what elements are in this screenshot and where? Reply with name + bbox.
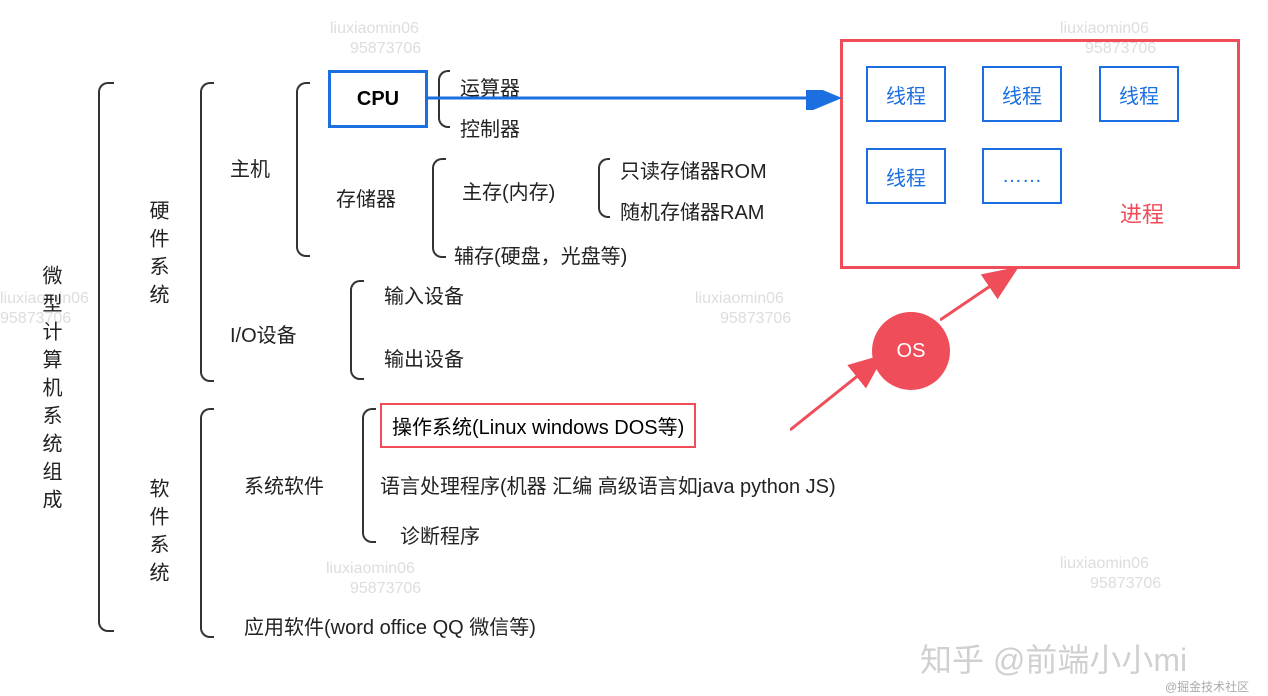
root-brace: [98, 82, 114, 632]
watermark-user: liuxiaomin06: [1060, 20, 1149, 38]
watermark-num: 95873706: [720, 310, 791, 328]
os-arrow-2: [940, 262, 1030, 332]
io-brace: [350, 280, 364, 380]
cpu-arrow: [428, 90, 850, 110]
input-label: 输入设备: [384, 280, 464, 309]
os-arrow-1: [790, 350, 900, 440]
main-mem-label: 主存(内存): [462, 176, 555, 205]
aux-mem-label: 辅存(硬盘，光盘等): [454, 240, 627, 269]
os-box: 操作系统(Linux windows DOS等): [380, 403, 696, 448]
hardware-brace: [200, 82, 214, 382]
watermark-num: 95873706: [350, 580, 421, 598]
host-label: 主机: [230, 153, 270, 182]
output-label: 输出设备: [384, 343, 464, 372]
rom-label: 只读存储器ROM: [620, 155, 767, 184]
thread-more: ……: [982, 148, 1062, 204]
control-label: 控制器: [460, 113, 520, 142]
cpu-label: CPU: [357, 88, 399, 111]
lang-label: 语言处理程序(机器 汇编 高级语言如java python JS): [380, 470, 836, 499]
software-label: 软件系统: [143, 478, 172, 590]
watermark-user: liuxiaomin06: [695, 290, 784, 308]
os-label: 操作系统(Linux windows DOS等): [392, 417, 684, 439]
os-circle-label: OS: [897, 340, 926, 363]
watermark-num: 95873706: [1090, 575, 1161, 593]
io-label: I/O设备: [230, 319, 297, 348]
watermark-user: liuxiaomin06: [326, 560, 415, 578]
system-software-label: 系统软件: [244, 470, 324, 499]
thread-1: 线程: [866, 66, 946, 122]
thread-3: 线程: [1099, 66, 1179, 122]
watermark-user: liuxiaomin06: [1060, 555, 1149, 573]
watermark-user: liuxiaomin06: [330, 20, 419, 38]
cpu-box: CPU: [328, 70, 428, 128]
diag-label: 诊断程序: [400, 520, 480, 549]
watermark-num: 95873706: [350, 40, 421, 58]
memory-label: 存储器: [336, 183, 396, 212]
system-software-brace: [362, 408, 376, 543]
watermark-zhihu: 知乎 @前端小小mi: [920, 635, 1187, 681]
ram-label: 随机存储器RAM: [620, 196, 764, 225]
thread-2: 线程: [982, 66, 1062, 122]
memory-brace: [432, 158, 446, 258]
main-mem-brace: [598, 158, 610, 218]
software-brace: [200, 408, 214, 638]
process-label: 进程: [1120, 197, 1164, 229]
watermark-juejin: @掘金技术社区: [1165, 678, 1249, 695]
thread-4: 线程: [866, 148, 946, 204]
app-software-label: 应用软件(word office QQ 微信等): [244, 611, 536, 640]
root-label: 微型计算机系统组成: [36, 265, 65, 517]
hardware-label: 硬件系统: [143, 200, 172, 312]
host-brace: [296, 82, 310, 257]
